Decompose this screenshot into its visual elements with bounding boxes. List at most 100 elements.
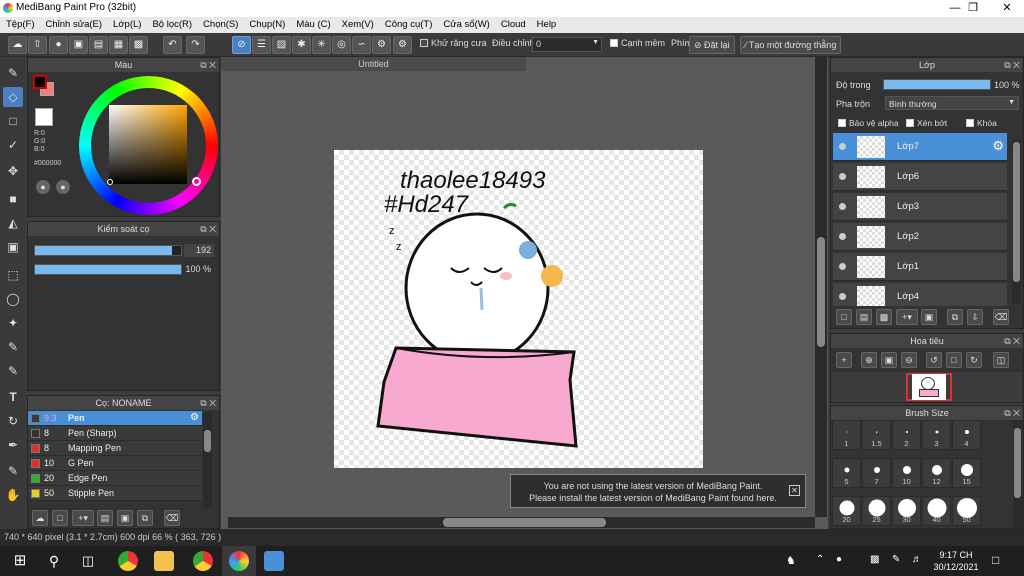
panel-pin-close-icon[interactable]: ⧉ ✕ [1004, 406, 1020, 420]
color-picker-handle[interactable] [107, 179, 113, 185]
brush-size-option[interactable]: 30 [892, 496, 921, 526]
gear-icon[interactable]: ⚙ [992, 138, 1004, 154]
vanishing-snap-icon[interactable]: ✱ [292, 36, 311, 54]
brush-new-icon[interactable]: □ [52, 510, 68, 526]
panel-pin-close-icon[interactable]: ⧉ ✕ [200, 396, 216, 410]
fill-rect-icon[interactable]: ■ [3, 189, 23, 209]
visibility-icon[interactable] [839, 173, 846, 180]
chrome-icon[interactable] [118, 551, 138, 571]
merge-layer-icon[interactable]: ⇩ [967, 309, 983, 325]
brush-size-option[interactable]: 50 [952, 496, 981, 526]
lock-checkbox[interactable]: Khóa [966, 118, 997, 128]
brush-size-option[interactable]: 5 [832, 458, 861, 488]
drawing-canvas[interactable]: thaolee18493 #Hd247 z z [334, 150, 703, 468]
layer-row[interactable]: Lớp6 [833, 163, 1007, 191]
maximize-button[interactable]: ❐ [956, 0, 990, 17]
visibility-icon[interactable] [839, 293, 846, 300]
menu-view[interactable]: Xem(V) [336, 17, 379, 33]
network-icon[interactable]: ● [836, 554, 842, 565]
palette-icon[interactable]: ● [36, 180, 50, 194]
visibility-icon[interactable] [839, 263, 846, 270]
brush-duplicate-icon[interactable]: ⧉ [137, 510, 153, 526]
blend-mode-select[interactable]: Bình thường ▼ [885, 96, 1019, 110]
scrollbar-thumb[interactable] [1013, 142, 1020, 282]
straight-line-button[interactable]: ∕ Tạo một đường thẳng [740, 36, 842, 54]
menu-file[interactable]: Tệp(F) [0, 17, 40, 33]
redo-icon[interactable]: ↷ [186, 36, 205, 54]
brush-opacity-slider[interactable] [34, 264, 182, 275]
brush-size-option[interactable]: 40 [922, 496, 951, 526]
brush-size-option[interactable]: 1.5 [862, 420, 891, 450]
zoom-in-icon[interactable]: + [836, 352, 852, 368]
file-explorer-icon[interactable] [154, 551, 174, 571]
brush-size-option[interactable]: 7 [862, 458, 891, 488]
color-history-icon[interactable]: ● [56, 180, 70, 194]
brush-tool-icon[interactable]: ✎ [3, 63, 23, 83]
chrome-profile-icon[interactable] [193, 551, 213, 571]
hue-handle[interactable] [192, 177, 201, 186]
delete-layer-icon[interactable]: ⌫ [993, 309, 1009, 325]
pen-icon[interactable]: ✎ [892, 554, 900, 565]
canvas-horizontal-scrollbar[interactable] [228, 517, 815, 528]
brush-size-option[interactable]: 2 [892, 420, 921, 450]
antialias-checkbox[interactable]: Khử răng cưa [420, 38, 487, 48]
add-layer-menu-icon[interactable]: +▾ [896, 309, 918, 325]
brush-list-item[interactable]: 50 Stipple Pen [28, 486, 202, 501]
flip-icon[interactable]: ◫ [993, 352, 1009, 368]
menu-color[interactable]: Màu (C) [290, 17, 335, 33]
gear-icon[interactable]: ⚙ [190, 412, 199, 423]
brush-list-item[interactable]: 20 Edge Pen [28, 471, 202, 486]
magic-wand-icon[interactable]: ✦ [3, 313, 23, 333]
adjust-select[interactable]: 0 ▼ [532, 37, 602, 52]
layer-opacity-slider[interactable] [883, 79, 991, 90]
lasso-icon[interactable]: ◯ [3, 289, 23, 309]
scrollbar-thumb[interactable] [817, 237, 825, 347]
document-icon[interactable]: ▤ [89, 36, 108, 54]
curve-snap-icon[interactable]: ∽ [352, 36, 371, 54]
panel-pin-close-icon[interactable]: ⧉ ✕ [1004, 334, 1020, 348]
scrollbar-thumb[interactable] [1014, 428, 1021, 498]
hand-icon[interactable]: ✋ [3, 485, 23, 505]
menu-select[interactable]: Chọn(S) [197, 17, 243, 33]
panel-pin-close-icon[interactable]: ⧉ ✕ [1004, 58, 1020, 72]
upload-icon[interactable]: ⇧ [28, 36, 47, 54]
correction-tool-icon[interactable]: ✓ [3, 135, 23, 155]
brush-size-option[interactable]: 4 [952, 420, 981, 450]
brush-size-value[interactable]: 192 [184, 244, 214, 257]
brush-cloud-icon[interactable]: ☁ [32, 510, 48, 526]
menu-window[interactable]: Cửa sổ(W) [437, 17, 494, 33]
windows-start-icon[interactable]: ⊞ [10, 551, 30, 571]
brush-delete-icon[interactable]: ⌫ [164, 510, 180, 526]
grid-icon[interactable]: ▦ [109, 36, 128, 54]
brush-size-option[interactable]: 25 [862, 496, 891, 526]
menu-edit[interactable]: Chỉnh sửa(E) [40, 17, 108, 33]
brush-copy-icon[interactable]: ▤ [97, 510, 113, 526]
snap-settings-icon[interactable]: ⚙ [372, 36, 391, 54]
gear-icon[interactable]: ⚙ [393, 36, 412, 54]
saturation-value-square[interactable] [109, 105, 187, 184]
brush-size-slider[interactable] [34, 245, 182, 256]
people-icon[interactable]: ♞ [786, 554, 796, 567]
clock[interactable]: 9:17 CH 30/12/2021 [930, 549, 982, 573]
brush-size-option[interactable]: 3 [922, 420, 951, 450]
visibility-icon[interactable] [839, 233, 846, 240]
document-tab[interactable]: Untitled [221, 57, 526, 71]
new-color-layer-icon[interactable]: ▤ [856, 309, 872, 325]
undo-icon[interactable]: ↶ [163, 36, 182, 54]
brush-list-scrollbar[interactable] [203, 412, 212, 508]
brush-folder-icon[interactable]: ▣ [117, 510, 133, 526]
select-pen-icon[interactable]: ✎ [3, 337, 23, 357]
brush-size-scrollbar[interactable] [1013, 420, 1022, 528]
comment-icon[interactable]: ● [49, 36, 68, 54]
eraser-tool-icon[interactable]: ◇ [3, 87, 23, 107]
panel-pin-close-icon[interactable]: ⧉ ✕ [200, 58, 216, 72]
brush-size-option[interactable]: 15 [952, 458, 981, 488]
export-icon[interactable]: ▩ [129, 36, 148, 54]
select-eraser-icon[interactable]: ✎ [3, 361, 23, 381]
transparent-color-icon[interactable] [35, 108, 53, 126]
search-icon[interactable]: ⚲ [44, 551, 64, 571]
bucket-icon[interactable]: ◭ [3, 213, 23, 233]
layer-row[interactable]: Lớp3 [833, 193, 1007, 221]
navigator-preview[interactable] [832, 372, 1022, 402]
zoom-out-icon[interactable]: ⊖ [901, 352, 917, 368]
